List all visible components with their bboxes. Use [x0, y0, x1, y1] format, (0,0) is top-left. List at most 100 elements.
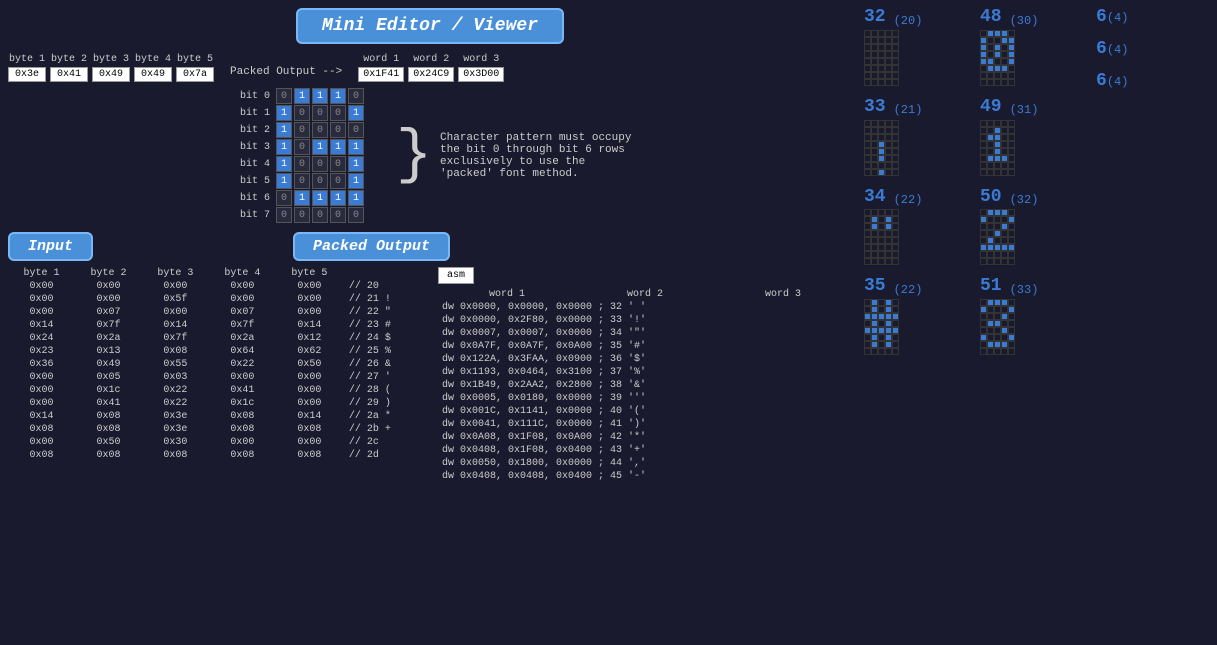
char-pixel-35-0-1 [871, 299, 878, 306]
bit-cell-5-0[interactable]: 1 [276, 173, 292, 189]
char-number-48: 48 [980, 8, 1002, 28]
input-cell-2-5: // 22 " [343, 306, 422, 319]
bit-cell-4-0[interactable]: 1 [276, 156, 292, 172]
bit-cell-3-0[interactable]: 1 [276, 139, 292, 155]
byte-val-1[interactable]: 0x3e [8, 67, 46, 82]
char-pixel-48-1-0 [980, 37, 987, 44]
bit-cell-5-2[interactable]: 0 [312, 173, 328, 189]
output-cell-13: dw 0x0408, 0x0408, 0x0400 ; 45 '-' [438, 470, 852, 483]
bit-cell-4-2[interactable]: 0 [312, 156, 328, 172]
char-pixel-35-6-3 [885, 341, 892, 348]
bit-cell-7-1[interactable]: 0 [294, 207, 310, 223]
byte-col-4: byte 4 0x49 [134, 54, 172, 82]
input-cell-2-3: 0x07 [209, 306, 276, 319]
char-pixel-49-2-3 [1001, 134, 1008, 141]
bit-cell-2-2[interactable]: 0 [312, 122, 328, 138]
bit-cell-3-4[interactable]: 1 [348, 139, 364, 155]
bit-cell-5-1[interactable]: 0 [294, 173, 310, 189]
input-row-8: 0x000x1c0x220x410x00// 28 ( [8, 384, 422, 397]
char-pixel-34-1-4 [892, 216, 899, 223]
char-pixel-33-1-3 [885, 127, 892, 134]
char-pixel-51-4-4 [1008, 327, 1015, 334]
input-label: Input [28, 238, 73, 255]
char-pixel-34-5-0 [864, 244, 871, 251]
bit-cell-2-0[interactable]: 1 [276, 122, 292, 138]
bit-cell-7-0[interactable]: 0 [276, 207, 292, 223]
bit-cell-0-2[interactable]: 1 [312, 88, 328, 104]
input-cell-0-1: 0x00 [75, 280, 142, 293]
bit-cell-3-2[interactable]: 1 [312, 139, 328, 155]
char-pixel-34-1-2 [878, 216, 885, 223]
char-pixel-32-2-1 [871, 44, 878, 51]
input-cell-4-5: // 24 $ [343, 332, 422, 345]
char-pixel-33-0-0 [864, 120, 871, 127]
char-pixel-33-7-3 [885, 169, 892, 176]
char-pixel-48-7-4 [1008, 79, 1015, 86]
word-val-3[interactable]: 0x3D00 [458, 67, 504, 82]
byte-val-5[interactable]: 0x7a [176, 67, 214, 82]
bit-row-1: bit 110001 [238, 105, 364, 121]
bit-cell-6-4[interactable]: 1 [348, 190, 364, 206]
byte-val-3[interactable]: 0x49 [92, 67, 130, 82]
output-row-3: dw 0x0A7F, 0x0A7F, 0x0A00 ; 35 '#' [438, 340, 852, 353]
bit-cell-0-1[interactable]: 1 [294, 88, 310, 104]
bit-cell-7-2[interactable]: 0 [312, 207, 328, 223]
bit-cell-6-1[interactable]: 1 [294, 190, 310, 206]
char-pixel-50-1-3 [1001, 216, 1008, 223]
bit-cell-7-3[interactable]: 0 [330, 207, 346, 223]
bit-cell-2-1[interactable]: 0 [294, 122, 310, 138]
asm-tab[interactable]: asm [438, 267, 474, 284]
char-pixel-50-6-2 [994, 251, 1001, 258]
bit-cell-3-3[interactable]: 1 [330, 139, 346, 155]
char-pixel-32-3-0 [864, 51, 871, 58]
bit-cell-1-3[interactable]: 0 [330, 105, 346, 121]
bit-cell-1-2[interactable]: 0 [312, 105, 328, 121]
char-pixel-32-4-1 [871, 58, 878, 65]
char-pixel-32-7-2 [878, 79, 885, 86]
bit-cell-1-0[interactable]: 1 [276, 105, 292, 121]
word-val-1[interactable]: 0x1F41 [358, 67, 404, 82]
bit-cell-4-3[interactable]: 0 [330, 156, 346, 172]
output-cell-4: dw 0x122A, 0x3FAA, 0x0900 ; 36 '$' [438, 353, 852, 366]
byte-val-2[interactable]: 0x41 [50, 67, 88, 82]
bit-cell-0-4[interactable]: 0 [348, 88, 364, 104]
char-pixel-33-5-0 [864, 155, 871, 162]
char-pixel-32-5-4 [892, 65, 899, 72]
bit-cell-0-3[interactable]: 1 [330, 88, 346, 104]
bit-cell-0-0[interactable]: 0 [276, 88, 292, 104]
word-val-2[interactable]: 0x24C9 [408, 67, 454, 82]
char-code-35: (22) [894, 284, 923, 297]
bit-cell-1-1[interactable]: 0 [294, 105, 310, 121]
input-cell-7-1: 0x05 [75, 371, 142, 384]
char-pixel-51-6-2 [994, 341, 1001, 348]
bit-cell-6-2[interactable]: 1 [312, 190, 328, 206]
input-cell-3-2: 0x14 [142, 319, 209, 332]
char-pixel-49-0-3 [1001, 120, 1008, 127]
char-pixel-33-1-2 [878, 127, 885, 134]
bit-cell-1-4[interactable]: 1 [348, 105, 364, 121]
bit-cell-2-3[interactable]: 0 [330, 122, 346, 138]
bit-cell-5-4[interactable]: 1 [348, 173, 364, 189]
bit-cell-4-4[interactable]: 1 [348, 156, 364, 172]
bit-cell-7-4[interactable]: 0 [348, 207, 364, 223]
byte-val-4[interactable]: 0x49 [134, 67, 172, 82]
char-pixel-33-6-1 [871, 162, 878, 169]
char-pixel-48-4-3 [1001, 58, 1008, 65]
bit-cell-6-3[interactable]: 1 [330, 190, 346, 206]
char-pixel-50-5-4 [1008, 244, 1015, 251]
bit-cell-5-3[interactable]: 0 [330, 173, 346, 189]
char-pixel-35-5-0 [864, 334, 871, 341]
char-block-header-51: 51(33) [980, 277, 1090, 297]
bit-cell-2-4[interactable]: 0 [348, 122, 364, 138]
bit-cell-6-0[interactable]: 0 [276, 190, 292, 206]
char-pixel-32-4-0 [864, 58, 871, 65]
byte-col-2: byte 2 0x41 [50, 54, 88, 82]
char-pixel-51-3-2 [994, 320, 1001, 327]
char-pixel-32-0-0 [864, 30, 871, 37]
char-pixel-32-7-4 [892, 79, 899, 86]
char-block-header-35: 35(22) [864, 277, 974, 297]
bit-cell-4-1[interactable]: 0 [294, 156, 310, 172]
char-pixel-50-0-2 [994, 209, 1001, 216]
char-pixel-51-2-4 [1008, 313, 1015, 320]
bit-cell-3-1[interactable]: 0 [294, 139, 310, 155]
